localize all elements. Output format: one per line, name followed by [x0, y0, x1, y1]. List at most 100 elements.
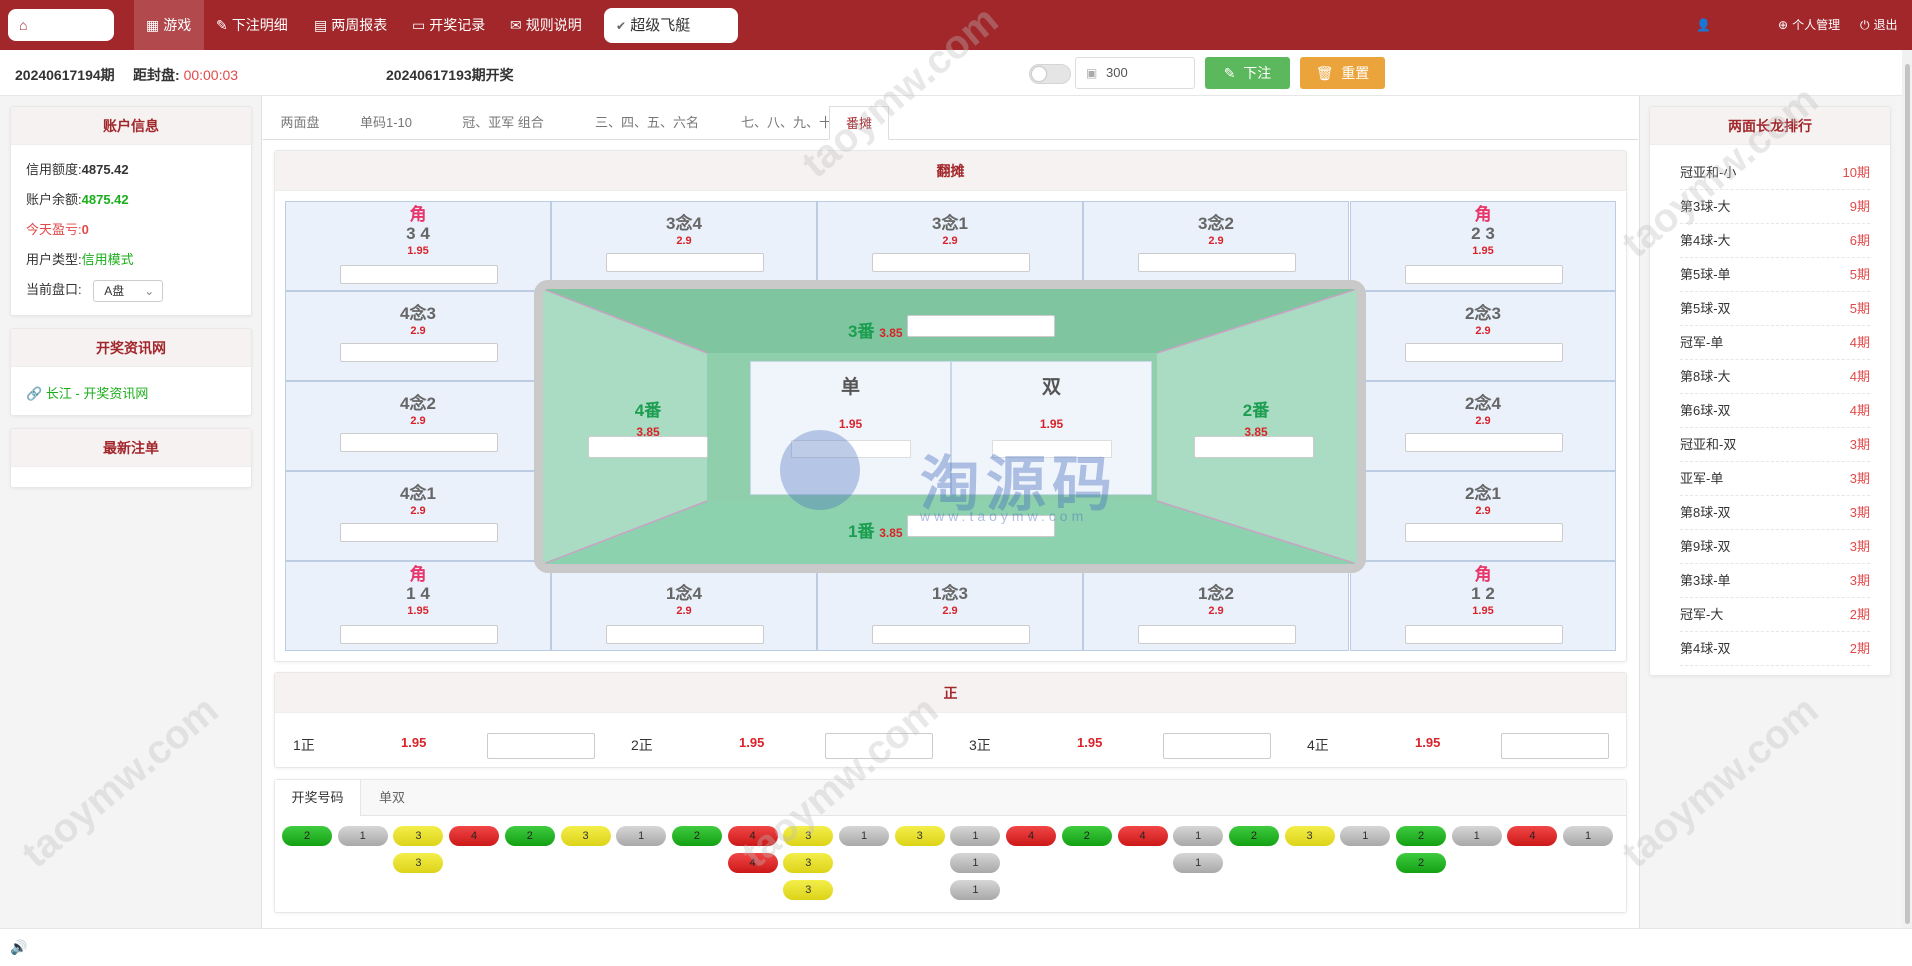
bet-input[interactable]: [872, 253, 1030, 272]
bet-input[interactable]: [340, 625, 498, 644]
nav-game[interactable]: ▦ 游戏: [134, 0, 204, 50]
corner-cell-3-4[interactable]: 角3 4 1.95: [285, 201, 551, 291]
zheng-4-input[interactable]: [1501, 733, 1609, 759]
bet-input[interactable]: [340, 343, 498, 362]
result-ball: 1: [616, 826, 667, 846]
odd-cell[interactable]: 单 1.95: [750, 361, 951, 495]
nian-cell-2-1[interactable]: 2念1 2.9: [1350, 471, 1616, 561]
logout-link[interactable]: ⏻ 退出: [1860, 0, 1902, 50]
ranking-item-name: 冠亚和-小: [1680, 165, 1737, 180]
close-countdown: 距封盘: 00:00:03: [133, 65, 238, 85]
ranking-item-name: 第6球-双: [1680, 403, 1731, 418]
bet-input[interactable]: [1405, 523, 1563, 542]
scrollbar-thumb[interactable]: [1905, 64, 1910, 924]
tab-fantan[interactable]: 番摊: [829, 106, 889, 140]
fan1-input[interactable]: [907, 515, 1055, 537]
game-selector-button[interactable]: ✔ 超级飞艇: [604, 8, 738, 43]
nav-draw-history[interactable]: ▭ 开奖记录: [412, 0, 489, 50]
bet-input[interactable]: [340, 523, 498, 542]
user-icon-button[interactable]: 👤: [1696, 0, 1715, 50]
corner-cell-1-4[interactable]: 角1 4 1.95: [285, 561, 551, 651]
bet-input[interactable]: [1138, 625, 1296, 644]
bet-input[interactable]: [606, 625, 764, 644]
bet-input[interactable]: [340, 265, 498, 284]
zheng-2-input[interactable]: [825, 733, 933, 759]
fan2-input[interactable]: [1194, 436, 1314, 458]
corner-cell-2-3[interactable]: 角2 3 1.95: [1350, 201, 1616, 291]
bet-input[interactable]: [1405, 265, 1563, 284]
fan2-label[interactable]: 2番 3.85: [1226, 396, 1286, 441]
plate-select[interactable]: A盘 ⌄: [93, 279, 164, 302]
balance-label: 账户余额:: [26, 192, 82, 207]
bet-input[interactable]: [1405, 343, 1563, 362]
result-ball: 1: [950, 826, 1001, 846]
lottery-news-link[interactable]: 🔗 长江 - 开奖资讯网: [26, 383, 148, 402]
bet-amount-value: 300: [1106, 65, 1128, 80]
quick-bet-toggle[interactable]: [1029, 64, 1071, 84]
nav-rules[interactable]: ✉ 规则说明: [510, 0, 586, 50]
ranking-item-count: 9期: [1849, 199, 1870, 214]
result-ball: 1: [1173, 853, 1224, 873]
even-cell[interactable]: 双 1.95: [951, 361, 1152, 495]
fan3-input[interactable]: [907, 315, 1055, 337]
fan3-label[interactable]: 3番 3.85: [848, 317, 903, 342]
corner-cell-1-2[interactable]: 角1 2 1.95: [1350, 561, 1616, 651]
nian-cell-3-2[interactable]: 3念2 2.9: [1083, 201, 1349, 291]
nian-cell-1-4[interactable]: 1念4 2.9: [551, 561, 817, 651]
fan1-label[interactable]: 1番 3.85: [848, 517, 903, 542]
fan4-label[interactable]: 4番 3.85: [618, 396, 678, 441]
nian-cell-1-2[interactable]: 1念2 2.9: [1083, 561, 1349, 651]
bet-input[interactable]: [340, 433, 498, 452]
ranking-item: 第9球-双 3期: [1680, 530, 1870, 564]
nian-cell-4-1[interactable]: 4念1 2.9: [285, 471, 551, 561]
home-button[interactable]: ⌂: [8, 9, 114, 41]
bet-input[interactable]: [1138, 253, 1296, 272]
nian-cell-2-3[interactable]: 2念3 2.9: [1350, 291, 1616, 381]
odd-value: 2.9: [1208, 235, 1224, 247]
nian-cell-1-3[interactable]: 1念3 2.9: [817, 561, 1083, 651]
odd-cell-input[interactable]: [791, 440, 911, 458]
result-ball: 3: [393, 826, 444, 846]
zheng-3-input[interactable]: [1163, 733, 1271, 759]
nav-bet-details[interactable]: ✎ 下注明细: [216, 0, 292, 50]
nian-cell-4-3[interactable]: 4念3 2.9: [285, 291, 551, 381]
even-cell-input[interactable]: [992, 440, 1112, 458]
bet-input[interactable]: [1405, 433, 1563, 452]
ranking-item-name: 第4球-双: [1680, 641, 1731, 656]
zheng-1-odd: 1.95: [401, 735, 427, 750]
tab-odd-even[interactable]: 单双: [361, 780, 423, 816]
trash-icon: 🗑: [1315, 65, 1334, 81]
nav-two-week-report[interactable]: ▤ 两周报表: [314, 0, 391, 50]
zheng-1-input[interactable]: [487, 733, 595, 759]
nian-cell-3-1[interactable]: 3念1 2.9: [817, 201, 1083, 291]
bet-input[interactable]: [872, 625, 1030, 644]
result-ball: 1: [1340, 826, 1391, 846]
tab-single-code[interactable]: 单码1-10: [343, 106, 429, 140]
reset-button[interactable]: 🗑 重置: [1300, 57, 1385, 89]
bet-input[interactable]: [606, 253, 764, 272]
nian-cell-4-2[interactable]: 4念2 2.9: [285, 381, 551, 471]
bet-button[interactable]: ✎ 下注: [1205, 57, 1290, 89]
bet-input[interactable]: [1405, 625, 1563, 644]
close-label: 距封盘:: [133, 67, 180, 83]
odd-value: 2.9: [1208, 605, 1224, 617]
corner-label: 角: [1474, 565, 1492, 584]
result-ball: 3: [393, 853, 444, 873]
home-icon: ⌂: [19, 17, 28, 33]
nian-cell-2-4[interactable]: 2念4 2.9: [1350, 381, 1616, 471]
user-type-row: 用户类型:信用模式: [26, 249, 134, 268]
nian-cell-3-4[interactable]: 3念4 2.9: [551, 201, 817, 291]
bet-amount-input[interactable]: ▣ 300: [1075, 57, 1195, 89]
odd-value: 2.9: [942, 235, 958, 247]
ranking-item: 冠亚和-小 10期: [1680, 156, 1870, 190]
sound-icon[interactable]: 🔊: [10, 939, 27, 956]
tab-two-sides[interactable]: 两面盘: [263, 106, 337, 140]
odd-value: 2.9: [1475, 505, 1491, 517]
tab-rank-3-6[interactable]: 三、四、五、六名: [577, 106, 717, 140]
tab-champion-combo[interactable]: 冠、亚军 组合: [435, 106, 571, 140]
nav-draw-history-label: 开奖记录: [429, 17, 486, 33]
tab-draw-numbers[interactable]: 开奖号码: [275, 780, 361, 816]
nian-label: 4念3: [400, 304, 436, 323]
personal-management-link[interactable]: ⊕ 个人管理: [1778, 0, 1844, 50]
fan4-input[interactable]: [588, 436, 708, 458]
